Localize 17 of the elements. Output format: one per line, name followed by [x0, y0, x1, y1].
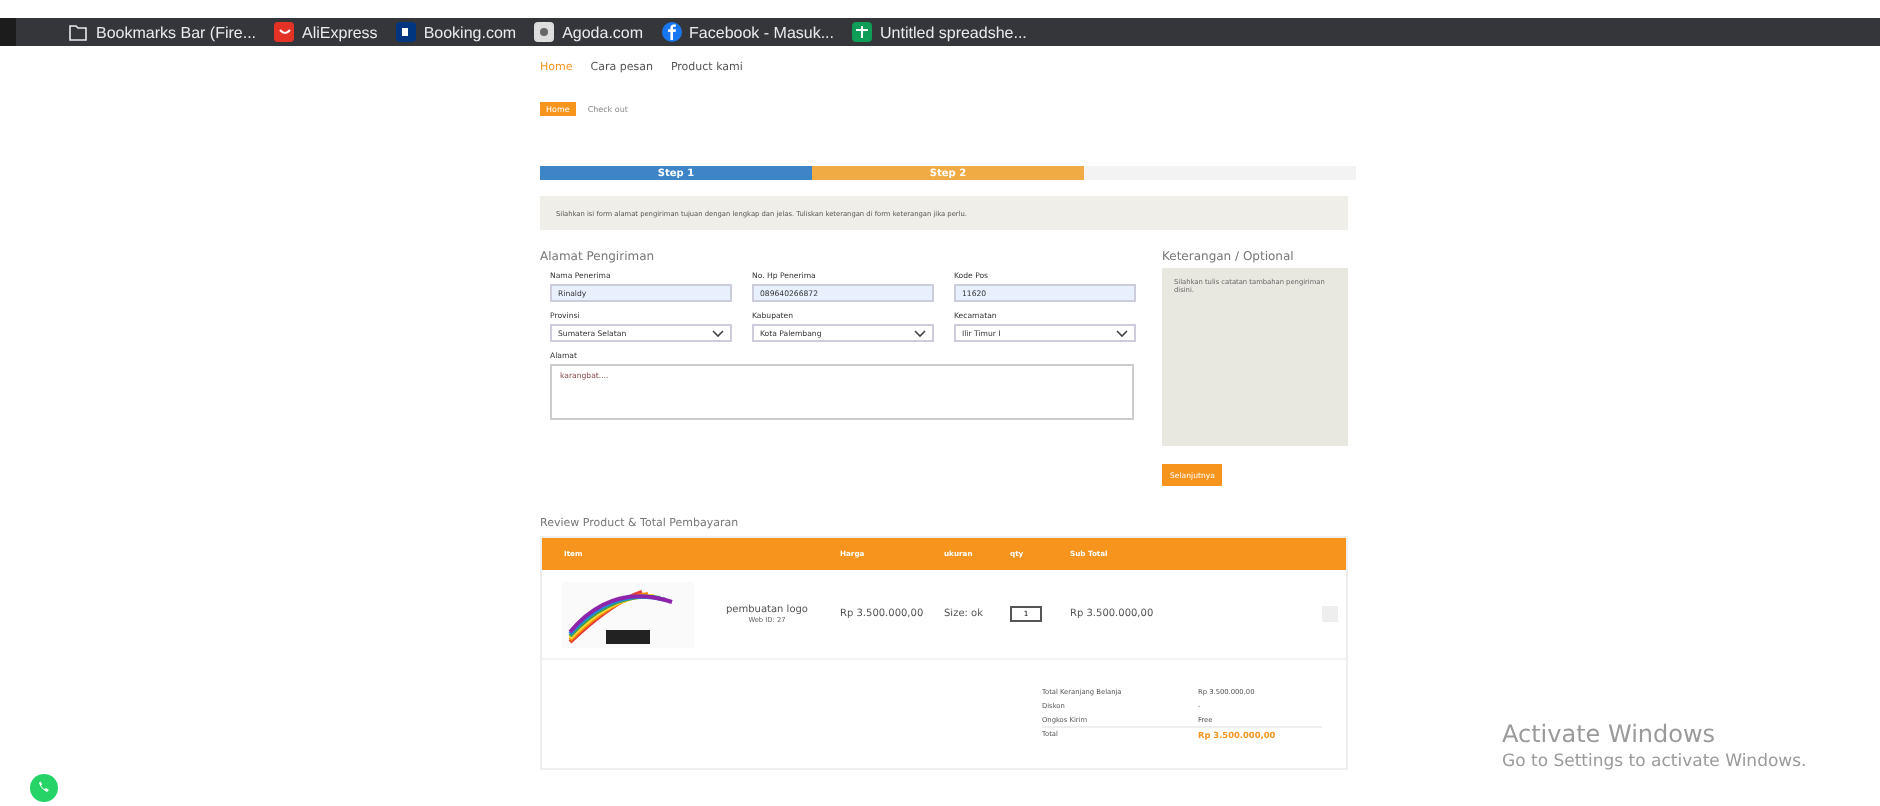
folder-icon	[68, 23, 88, 41]
bookmark-link[interactable]: Facebook - Masuk...	[689, 23, 835, 41]
whatsapp-icon[interactable]	[30, 774, 58, 802]
bookmark-link[interactable]: Untitled spreadshe...	[880, 23, 1027, 41]
bookmark-link[interactable]: Booking.com	[423, 23, 517, 41]
chevron-down-icon	[1116, 329, 1128, 337]
page-icon	[534, 22, 555, 42]
chevron-down-icon	[712, 329, 724, 337]
activation-title: Activate Windows	[1502, 720, 1718, 748]
facebook-icon	[661, 22, 682, 42]
chevron-down-icon	[914, 329, 926, 337]
spreadsheet-icon	[852, 22, 873, 42]
bookmark-link[interactable]: AliExpress	[302, 23, 378, 41]
activation-message: Go to Settings to activate Windows.	[1502, 752, 1807, 772]
bookmark-link[interactable]: Bookmarks Bar (Fire...	[96, 23, 257, 41]
bookmark-link[interactable]: Agoda.com	[562, 23, 644, 41]
bag-icon	[274, 22, 295, 42]
